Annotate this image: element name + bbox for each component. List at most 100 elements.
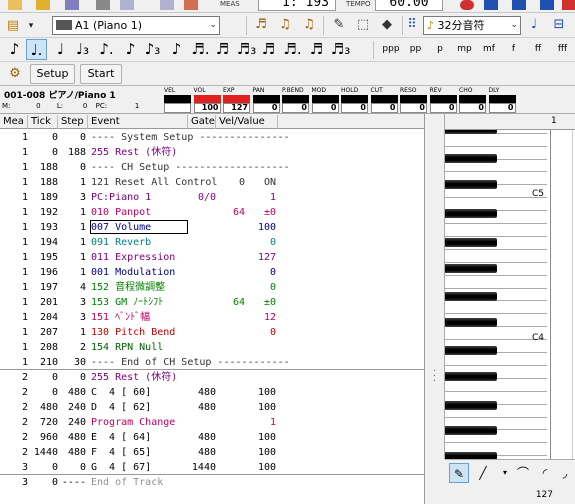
black-key[interactable]: [445, 264, 497, 273]
note-length-button[interactable]: ♪.: [96, 39, 117, 60]
table-row[interactable]: 1 210 30 ---- End of CH Setup ------------: [0, 355, 424, 370]
note-length-button[interactable]: ♬.: [190, 39, 211, 60]
play-icon[interactable]: [512, 0, 526, 10]
eraser-icon[interactable]: ◆: [378, 16, 396, 34]
white-key[interactable]: [445, 224, 547, 237]
metronome-icon[interactable]: [562, 0, 575, 10]
meter-vel[interactable]: VEL: [164, 87, 193, 113]
dynamics-button-fff[interactable]: fff: [552, 39, 574, 60]
meter-cho[interactable]: CHO 0: [459, 87, 488, 113]
open-folder-icon[interactable]: [36, 0, 50, 10]
pencil-icon[interactable]: ✎: [330, 16, 348, 34]
scroll-grip-icon[interactable]: · · ·: [429, 367, 440, 389]
white-key[interactable]: [445, 133, 547, 147]
table-row[interactable]: 1 192 1 010 Panpot 64 ±0: [0, 205, 424, 220]
curve-up-tool-icon[interactable]: ◜: [535, 463, 555, 483]
header-vel-value[interactable]: Vel/Value: [216, 115, 278, 129]
black-key[interactable]: [445, 401, 497, 410]
copy-icon[interactable]: [120, 0, 134, 10]
speaker-solo-icon[interactable]: ♫: [300, 16, 318, 34]
black-key[interactable]: [445, 426, 497, 435]
header-event[interactable]: Event: [88, 115, 188, 129]
note-length-button[interactable]: ♩.: [26, 39, 47, 60]
save-icon[interactable]: [65, 0, 79, 10]
table-row[interactable]: 3 0 ---- End of Track: [0, 475, 424, 490]
table-row[interactable]: 2 720 240 Program Change 1: [0, 415, 424, 430]
note-length-button[interactable]: ♪: [166, 39, 187, 60]
header-tick[interactable]: Tick: [28, 115, 58, 129]
meter-pbend[interactable]: P.BEND 0: [282, 87, 311, 113]
dropdown-arrow-icon[interactable]: ▾: [495, 463, 515, 483]
meter-exp[interactable]: EXP 127: [223, 87, 252, 113]
table-row[interactable]: 1 204 3 151 ﾍﾞﾝﾄﾞ幅 12: [0, 310, 424, 325]
black-key[interactable]: [445, 292, 497, 301]
dynamics-button-p[interactable]: p: [429, 39, 451, 60]
loop-icon[interactable]: [540, 0, 554, 10]
table-row[interactable]: 1 193 1 007 Volume 100: [0, 220, 424, 235]
note-length-button[interactable]: ♬₃: [330, 39, 351, 60]
dynamics-button-f[interactable]: f: [503, 39, 525, 60]
piano-keyboard[interactable]: C5 C4: [445, 114, 547, 459]
table-row[interactable]: 1 195 1 011 Expression 127: [0, 250, 424, 265]
instrument-select[interactable]: A1 (Piano 1) ⌄: [52, 16, 220, 35]
table-row[interactable]: 1 194 1 091 Reverb 0: [0, 235, 424, 250]
table-row[interactable]: 1 0 0 ---- System Setup ---------------: [0, 130, 424, 145]
black-key[interactable]: [445, 452, 497, 459]
note-length-button[interactable]: ♩: [50, 39, 71, 60]
black-key[interactable]: [445, 238, 497, 247]
vertical-scrollbar[interactable]: · · ·: [425, 114, 445, 459]
record-icon[interactable]: [460, 0, 474, 10]
dynamics-button-ppp[interactable]: ppp: [380, 39, 402, 60]
speaker-mute-icon[interactable]: ♫: [276, 16, 294, 34]
meter-rev[interactable]: REV 0: [429, 87, 459, 113]
note-length-icon[interactable]: ♩: [525, 16, 543, 34]
header-step[interactable]: Step: [58, 115, 88, 129]
meter-cut[interactable]: CUT 0: [370, 87, 400, 113]
start-button[interactable]: Start: [80, 64, 122, 84]
curve-tool-icon[interactable]: ⌒: [513, 463, 533, 483]
speaker-icon[interactable]: ♬: [252, 16, 270, 34]
black-key[interactable]: [445, 318, 497, 327]
black-key[interactable]: [445, 372, 497, 381]
note-length-button[interactable]: ♬₃: [236, 39, 257, 60]
table-row[interactable]: 2 960 480 E 4 [ 64] 480 100: [0, 430, 424, 445]
table-row[interactable]: 1 188 1 121 Reset All Control 0 ON: [0, 175, 424, 190]
white-key[interactable]: [445, 301, 547, 315]
table-row[interactable]: 1 201 3 153 GM ﾉｰﾄｼﾌﾄ 64 ±0: [0, 295, 424, 310]
header-mea[interactable]: Mea: [0, 115, 28, 129]
table-row[interactable]: 2 480 240 D 4 [ 62] 480 100: [0, 400, 424, 415]
dropdown-arrow-icon[interactable]: ▾: [22, 17, 40, 35]
white-key[interactable]: [445, 249, 547, 263]
black-key[interactable]: [445, 209, 497, 218]
black-key[interactable]: [445, 180, 497, 189]
select-rect-icon[interactable]: ⬚: [354, 16, 372, 34]
meter-dly[interactable]: DLY 0: [488, 87, 518, 113]
table-row[interactable]: 2 1440 480 F 4 [ 65] 480 100: [0, 445, 424, 460]
paste-icon[interactable]: [160, 0, 174, 10]
white-key[interactable]: [445, 275, 547, 289]
setup-icon[interactable]: ⚙: [6, 65, 24, 83]
table-row[interactable]: 1 197 4 152 音程微調整 0: [0, 280, 424, 295]
table-row[interactable]: 1 189 3 PC:Piano 1 0/0 1: [0, 190, 424, 205]
note-length-button[interactable]: ♬: [258, 39, 279, 60]
note-length-button[interactable]: ♪: [120, 39, 141, 60]
meter-pan[interactable]: PAN 0: [252, 87, 282, 113]
black-key[interactable]: [445, 154, 497, 163]
undo-icon[interactable]: [184, 0, 198, 10]
grid-icon[interactable]: ⠿: [403, 16, 421, 34]
meter-hold[interactable]: HOLD 0: [341, 87, 370, 113]
note-length-button[interactable]: ♬.: [282, 39, 303, 60]
table-row[interactable]: 2 0 480 C 4 [ 60] 480 100: [0, 385, 424, 400]
note-length-button[interactable]: ♬: [306, 39, 327, 60]
table-row[interactable]: 1 207 1 130 Pitch Bend 0: [0, 325, 424, 340]
table-row[interactable]: 1 0 188 255 Rest (休符): [0, 145, 424, 160]
dynamics-button-mp[interactable]: mp: [454, 39, 476, 60]
line-tool-icon[interactable]: ╱: [473, 463, 493, 483]
black-key[interactable]: [445, 346, 497, 355]
new-file-icon[interactable]: [8, 0, 22, 10]
note-length-button[interactable]: ♪₃: [142, 39, 163, 60]
curve-down-tool-icon[interactable]: ◞: [555, 463, 575, 483]
cut-icon[interactable]: [96, 0, 110, 10]
table-row[interactable]: 1 208 2 154 RPN Null: [0, 340, 424, 355]
dynamics-button-mf[interactable]: mf: [478, 39, 500, 60]
